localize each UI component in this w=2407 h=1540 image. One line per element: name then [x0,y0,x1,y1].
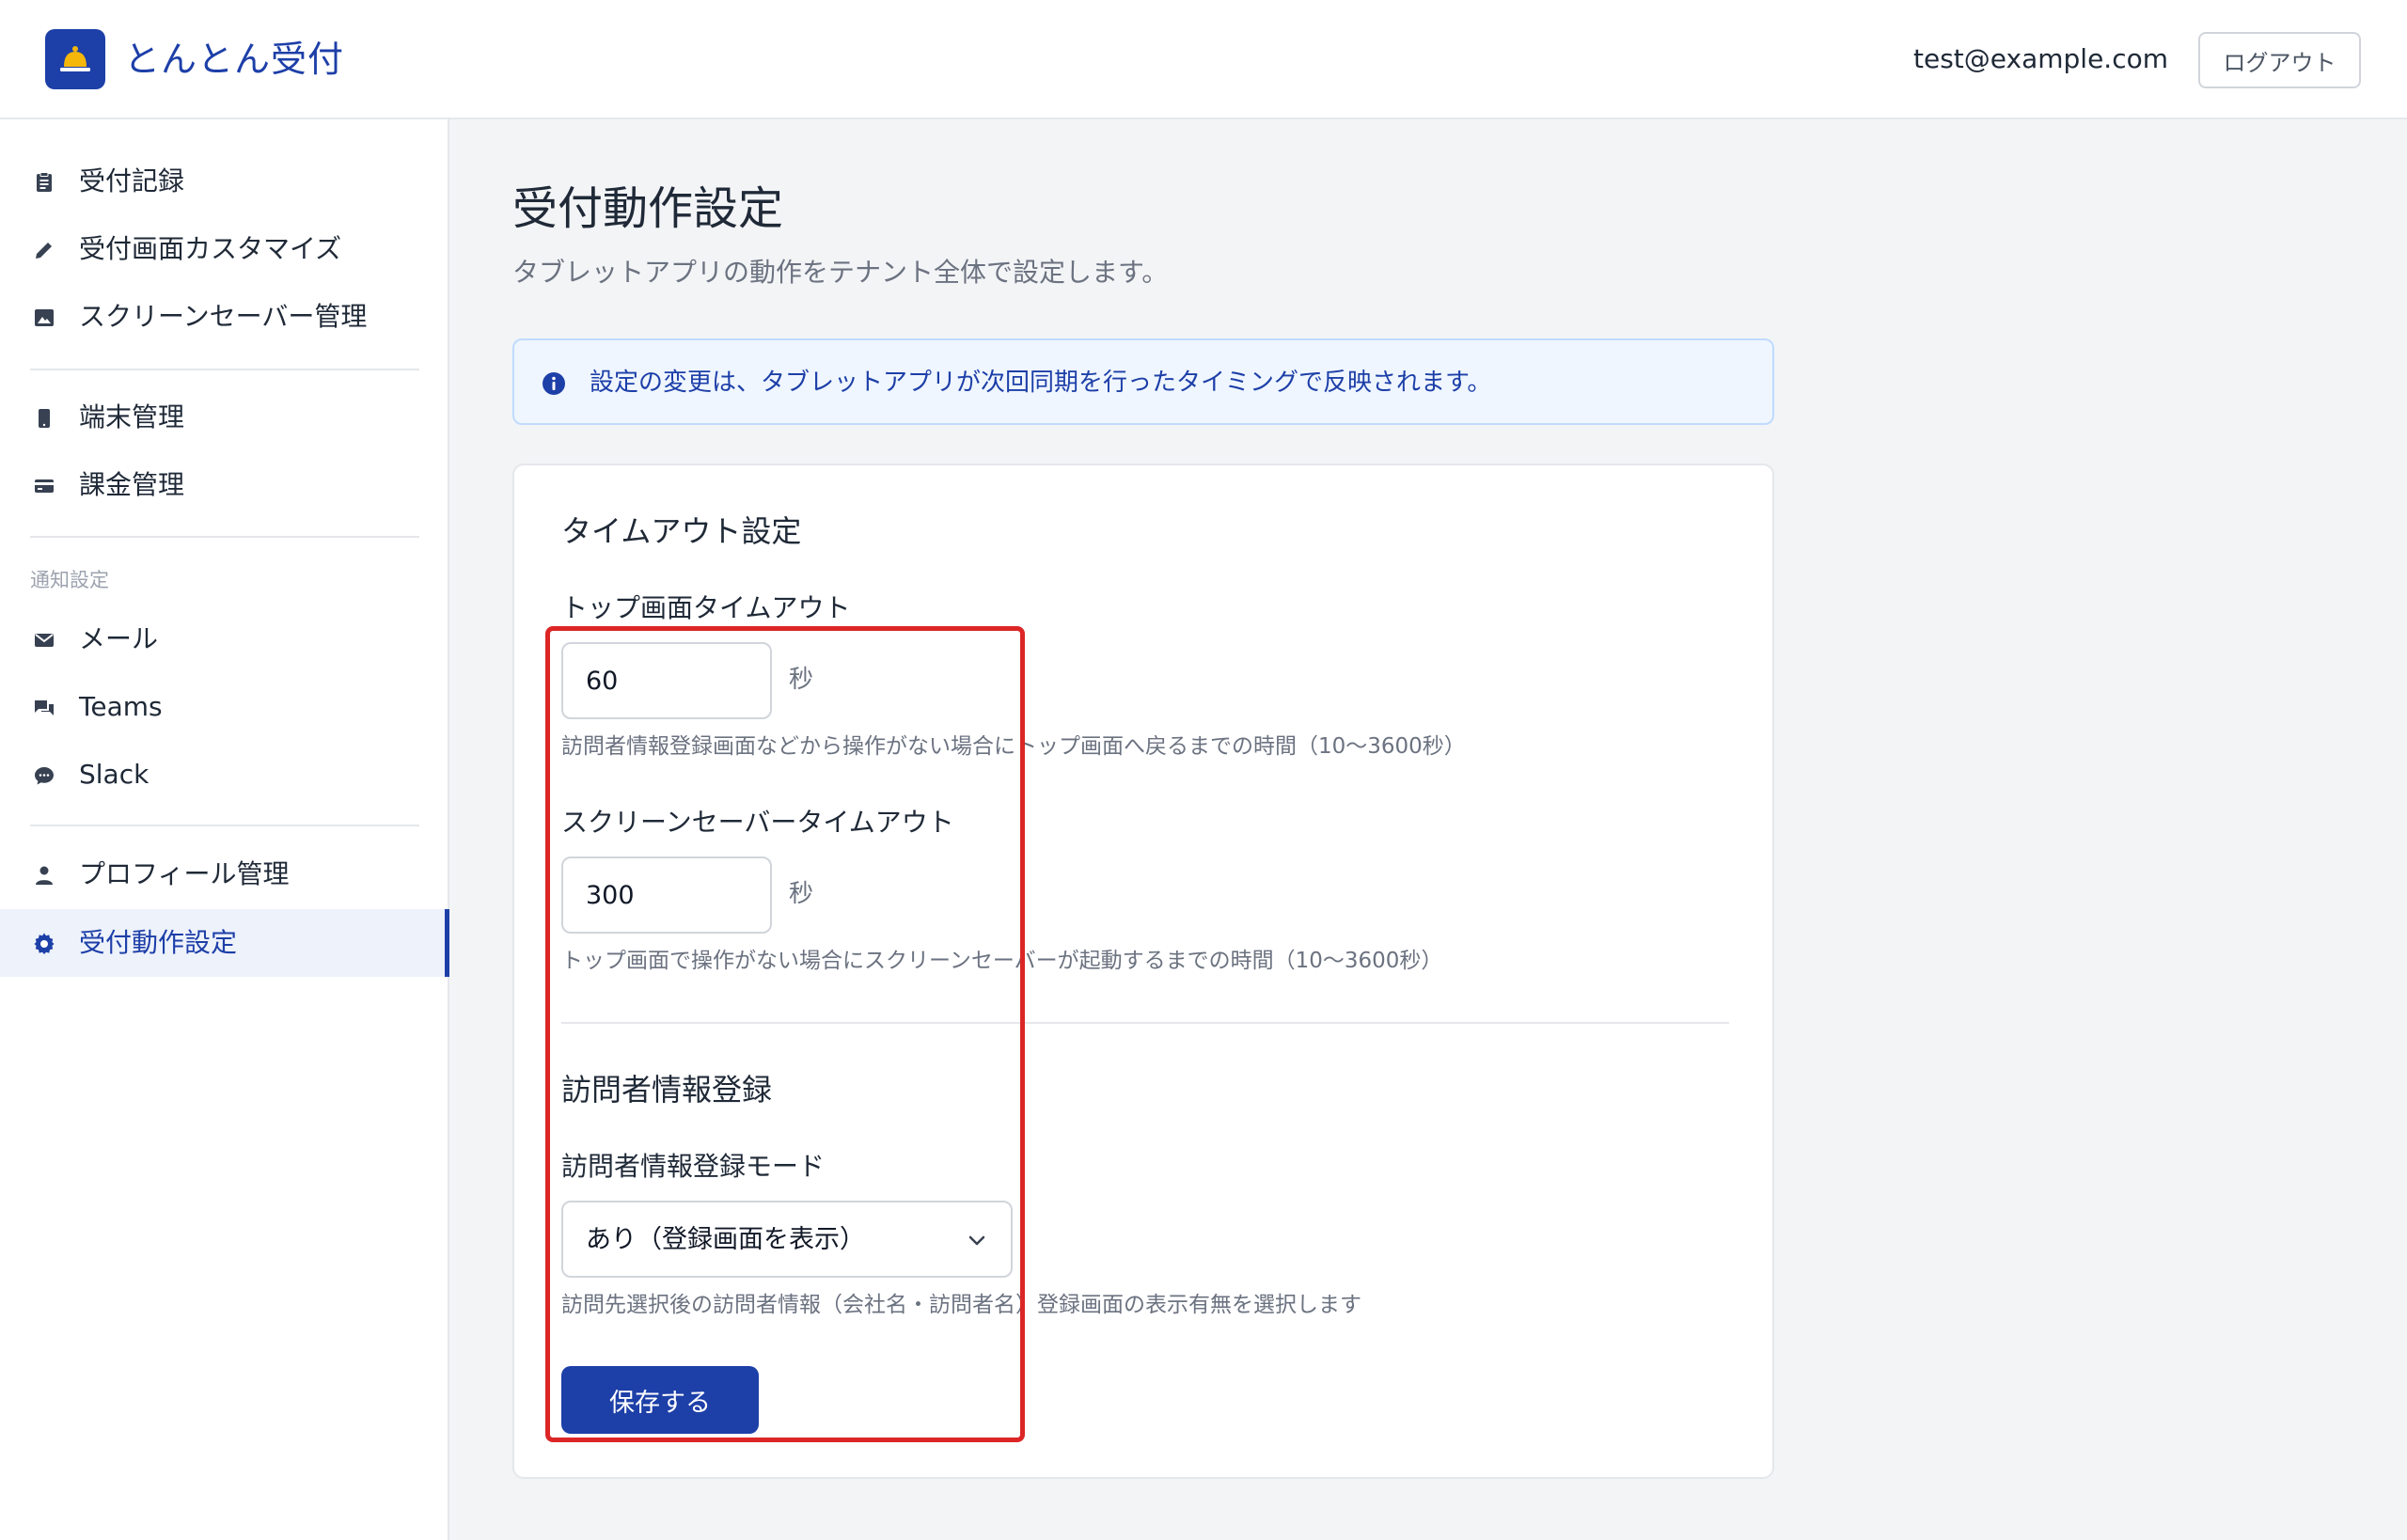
sidebar-item-reception-records[interactable]: 受付記録 [0,148,449,215]
top-timeout-help: 訪問者情報登録画面などから操作がない場合にトップ画面へ戻るまでの時間（10〜36… [561,734,1466,759]
mail-icon [32,628,56,652]
visitor-mode-label: 訪問者情報登録モード [561,1151,826,1182]
sidebar-item-label: 受付画面カスタマイズ [79,233,342,264]
sidebar-item-reception-behavior-settings[interactable]: 受付動作設定 [0,909,449,977]
section-divider [561,1022,1729,1024]
visitor-mode-select[interactable]: あり（登録画面を表示） [561,1201,1013,1278]
credit-card-icon [32,474,56,498]
logout-button[interactable]: ログアウト [2198,32,2361,88]
sidebar-item-device-management[interactable]: 端末管理 [0,384,449,451]
sidebar-item-label: Slack [79,759,149,790]
screensaver-timeout-help: トップ画面で操作がない場合にスクリーンセーバーが起動するまでの時間（10〜360… [561,949,1443,973]
pencil-icon [32,238,56,262]
visitor-mode-value: あり（登録画面を表示） [586,1225,865,1254]
settings-card: タイムアウト設定 トップ画面タイムアウト 秒 訪問者情報登録画面などから操作がな… [512,464,1774,1479]
sidebar-item-label: 受付動作設定 [79,927,238,958]
screensaver-timeout-input[interactable] [561,856,772,934]
sidebar-divider [30,369,419,370]
timeout-section-title: タイムアウト設定 [561,513,802,549]
app-header: とんとん受付 test@example.com ログアウト [0,0,2407,119]
app-brand[interactable]: とんとん受付 [124,36,344,83]
chevron-down-icon [968,1235,985,1246]
info-banner: 設定の変更は、タブレットアプリが次回同期を行ったタイミングで反映されます。 [512,338,1774,425]
screensaver-timeout-unit: 秒 [789,880,814,908]
clipboard-icon [32,170,56,195]
bell-icon [60,46,90,71]
sidebar-item-billing-management[interactable]: 課金管理 [0,451,449,519]
visitor-section-title: 訪問者情報登録 [561,1072,773,1108]
top-timeout-unit: 秒 [789,666,814,694]
top-timeout-input[interactable] [561,642,772,719]
page-title: 受付動作設定 [512,182,784,235]
sidebar-divider [30,536,419,538]
sidebar-item-reception-screen-customize[interactable]: 受付画面カスタマイズ [0,215,449,283]
tablet-icon [32,406,56,431]
sidebar-item-label: スクリーンセーバー管理 [79,301,368,332]
sidebar-item-label: Teams [79,691,163,722]
sidebar-item-slack[interactable]: Slack [0,741,449,809]
info-text: 設定の変更は、タブレットアプリが次回同期を行ったタイミングで反映されます。 [590,369,1492,397]
sidebar-item-screensaver-management[interactable]: スクリーンセーバー管理 [0,283,449,351]
gear-icon [32,932,56,956]
visitor-mode-help: 訪問先選択後の訪問者情報（会社名・訪問者名）登録画面の表示有無を選択します [561,1293,1361,1317]
image-icon [32,306,56,330]
info-icon [543,372,565,395]
sidebar: 受付記録受付画面カスタマイズ スクリーンセーバー管理 端末管理課金管理通知設定メール… [0,119,449,1540]
sidebar-item-label: 課金管理 [79,469,185,500]
user-email: test@example.com [1913,43,2168,74]
sidebar-item-profile-management[interactable]: プロフィール管理 [0,841,449,908]
screensaver-timeout-label: スクリーンセーバータイムアウト [561,807,954,838]
sidebar-item-label: メール [79,623,159,654]
page-subtitle: タブレットアプリの動作をテナント全体で設定します。 [512,257,1169,288]
top-timeout-label: トップ画面タイムアウト [561,592,851,623]
sidebar-item-label: 端末管理 [79,401,185,432]
person-icon [32,863,56,888]
chat-icon [32,696,56,720]
save-button[interactable]: 保存する [561,1366,759,1434]
sidebar-item-label: 受付記録 [79,165,185,196]
message-icon [32,763,56,788]
sidebar-item-mail[interactable]: メール [0,605,449,673]
sidebar-item-teams[interactable]: Teams [0,673,449,741]
app-logo[interactable] [45,29,105,89]
sidebar-divider [30,825,419,826]
sidebar-section-label-notifications: 通知設定 [30,569,109,591]
sidebar-item-label: プロフィール管理 [79,858,290,889]
